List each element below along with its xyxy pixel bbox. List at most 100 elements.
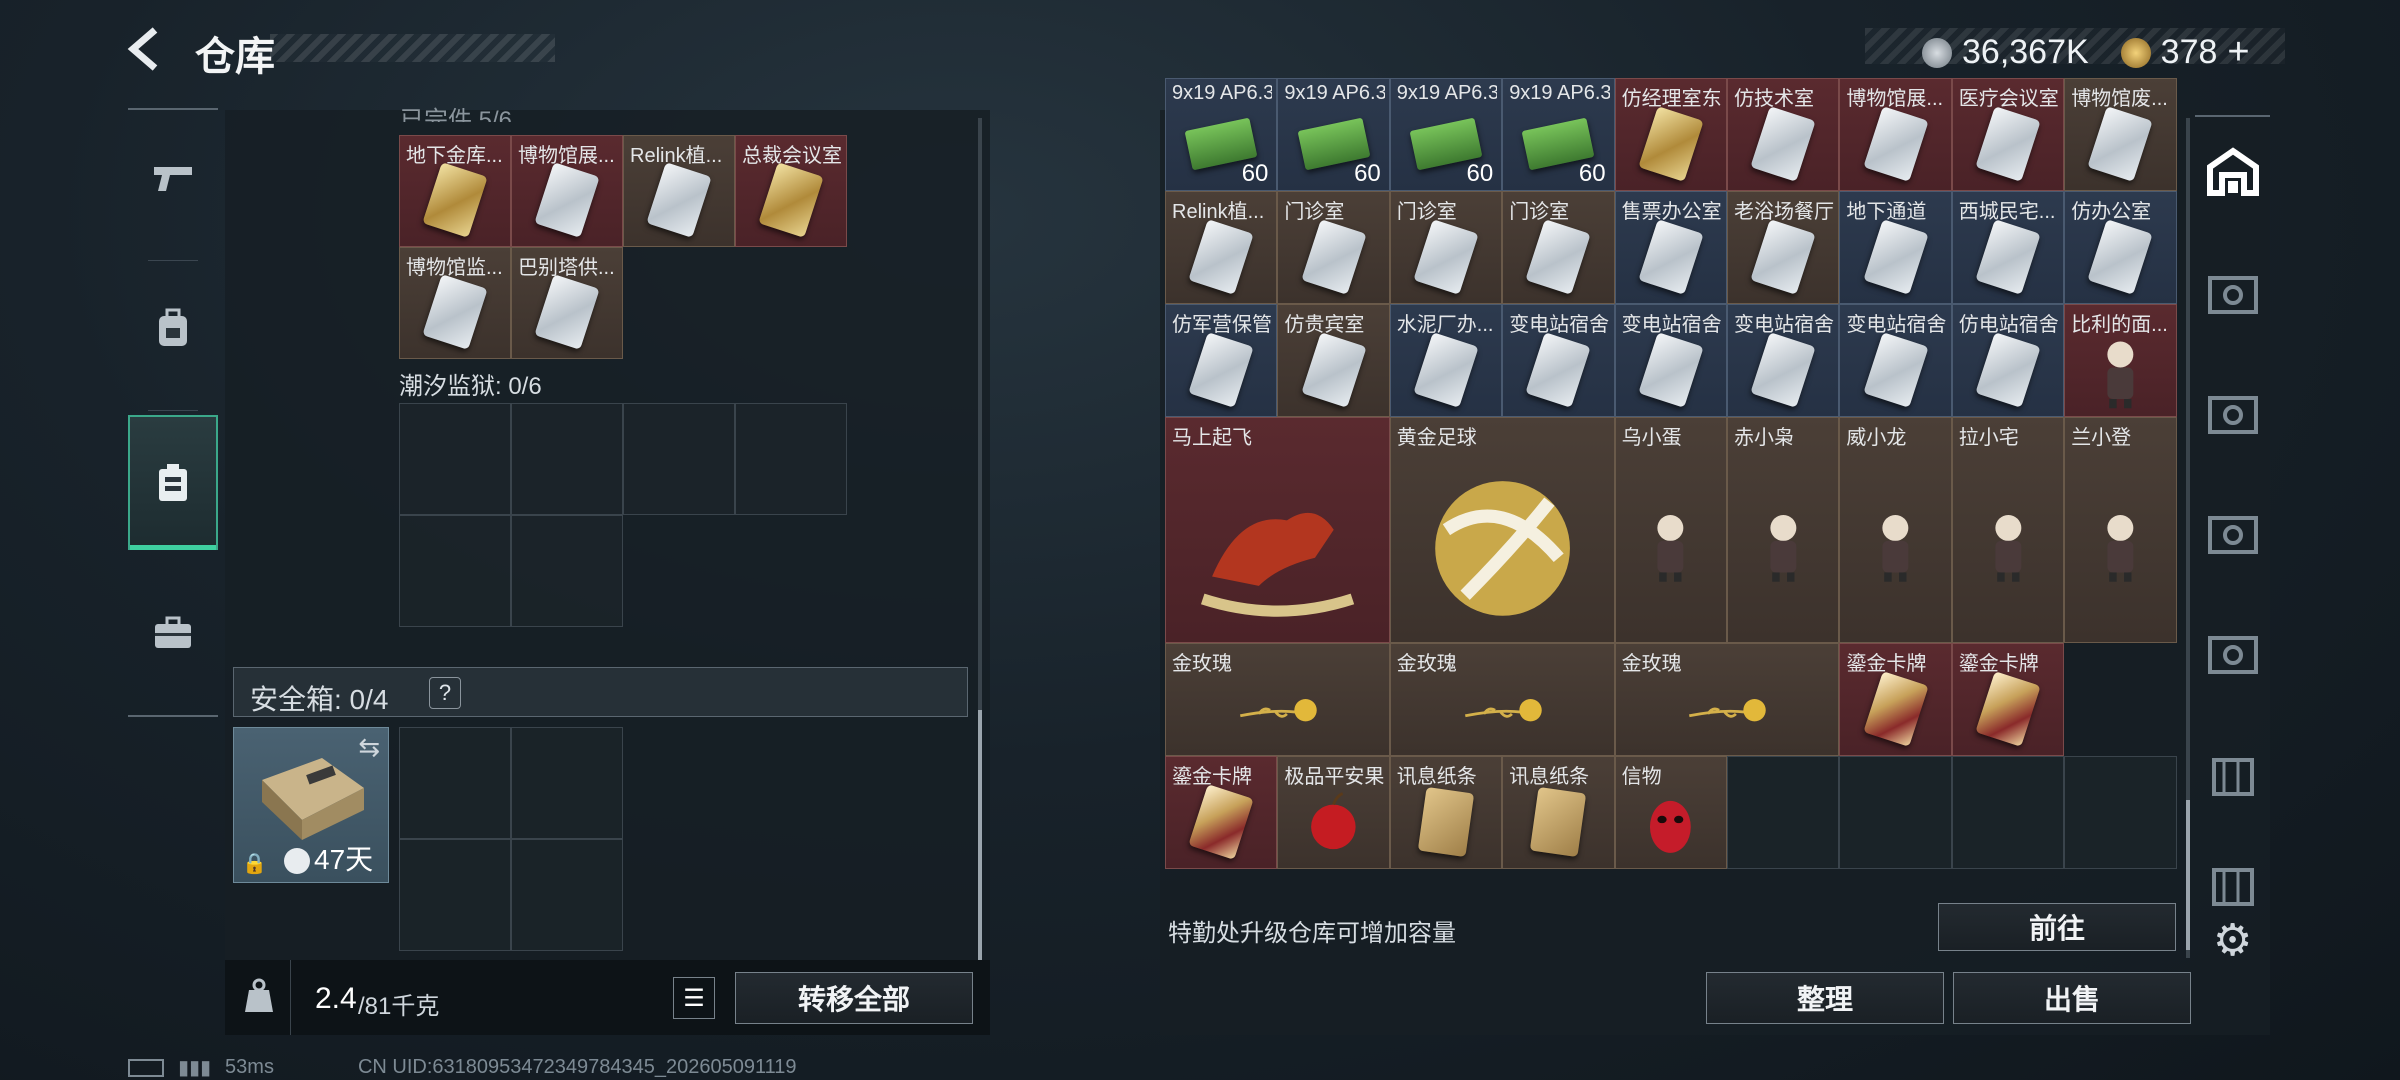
empty-slot[interactable] (399, 727, 511, 839)
warehouse-item[interactable]: 门诊室 (1502, 191, 1615, 305)
item-name: 售票办公室 (1621, 201, 1722, 224)
warehouse-item[interactable]: 比利的面... (2064, 304, 2177, 418)
list-view-button[interactable]: ☰ (673, 977, 715, 1019)
nav-case[interactable] (128, 565, 218, 700)
warehouse-tab-1[interactable] (2195, 115, 2270, 227)
empty-slot[interactable] (511, 403, 623, 515)
warehouse-item[interactable]: 金玫瑰 (1165, 643, 1390, 757)
warehouse-item[interactable]: 9x19 AP6.3 60 (1277, 78, 1390, 192)
inventory-item[interactable]: 地下金库... (399, 135, 511, 247)
warehouse-item[interactable]: 马上起飞 (1165, 417, 1390, 644)
inventory-item[interactable]: 博物馆监... (399, 247, 511, 359)
lock-icon: 🔒 (242, 853, 267, 875)
item-name: 变电站宿舍 (1734, 314, 1834, 337)
help-icon[interactable]: ? (429, 677, 461, 709)
warehouse-item[interactable]: 仿贵宾室 (1277, 304, 1390, 418)
warehouse-item[interactable]: 西城民宅... (1951, 191, 2065, 305)
item-name: 水泥厂办... (1396, 314, 1494, 337)
warehouse-item[interactable]: 门诊室 (1277, 191, 1390, 305)
empty-slot[interactable] (511, 839, 623, 951)
inventory-item[interactable]: 博物馆展... (511, 135, 623, 247)
warehouse-item[interactable]: 拉小宅 (1951, 417, 2065, 644)
warehouse-item[interactable]: 售票办公室 (1614, 191, 1727, 305)
warehouse-item[interactable]: 威小龙 (1839, 417, 1952, 644)
warehouse-item[interactable]: 仿经理室东 (1614, 78, 1727, 192)
swap-icon[interactable]: ⇆ (358, 732, 380, 763)
warehouse-item[interactable]: 地下通道 (1839, 191, 1952, 305)
empty-slot[interactable] (1951, 756, 2065, 870)
empty-slot[interactable] (735, 403, 847, 515)
warehouse-tab-6[interactable] (2195, 720, 2270, 830)
warehouse-item[interactable]: 博物馆废... (2064, 78, 2177, 192)
item-name: 地下金库... (406, 145, 503, 167)
warehouse-item[interactable]: Relink植... (1165, 191, 1278, 305)
goto-button[interactable]: 前往 (1938, 903, 2176, 951)
left-scroll-thumb[interactable] (978, 710, 982, 960)
empty-slot[interactable] (623, 403, 735, 515)
back-arrow-icon[interactable] (125, 26, 171, 72)
inventory-item[interactable]: 总裁会议室 (735, 135, 847, 247)
empty-slot[interactable] (1839, 756, 1952, 870)
warehouse-item[interactable]: 9x19 AP6.3 60 (1389, 78, 1503, 192)
upgrade-note: 特勤处升级仓库可增加容量 (1168, 920, 1456, 947)
nav-weapons[interactable] (128, 110, 218, 245)
warehouse-tab-2[interactable] (2195, 240, 2270, 350)
transfer-all-button[interactable]: 转移全部 (735, 972, 973, 1024)
warehouse-item[interactable]: 黄金足球 (1389, 417, 1615, 644)
warehouse-item[interactable]: 变电站宿舍 (1839, 304, 1952, 418)
warehouse-item[interactable]: 9x19 AP6.3 60 (1165, 78, 1278, 192)
warehouse-item[interactable]: 仿技术室 (1727, 78, 1840, 192)
inventory-item[interactable]: 巴别塔供... (511, 247, 623, 359)
arrange-button[interactable]: 整理 (1706, 972, 1944, 1024)
warehouse-item[interactable]: 博物馆展... (1839, 78, 1952, 192)
right-scroll-thumb[interactable] (2186, 800, 2190, 950)
inventory-item[interactable]: Relink植... (623, 135, 735, 247)
warehouse-item[interactable]: 变电站宿舍 (1727, 304, 1840, 418)
warehouse-item[interactable]: 讯息纸条 (1389, 756, 1503, 870)
warehouse-tab-3[interactable] (2195, 360, 2270, 470)
nav-backpack[interactable] (128, 260, 218, 395)
warehouse-item[interactable]: 仿办公室 (2064, 191, 2177, 305)
warehouse-item[interactable]: 变电站宿舍 (1614, 304, 1727, 418)
warehouse-tab-5[interactable] (2195, 600, 2270, 710)
warehouse-item[interactable]: 门诊室 (1389, 191, 1503, 305)
warehouse-item[interactable]: 鎏金卡牌 (1951, 643, 2065, 757)
warehouse-item[interactable]: 变电站宿舍 (1502, 304, 1615, 418)
empty-slot[interactable] (1727, 756, 1840, 870)
warehouse-item[interactable]: 仿电站宿舍 (1951, 304, 2065, 418)
warehouse-tab-4[interactable] (2195, 480, 2270, 590)
empty-slot[interactable] (511, 727, 623, 839)
warehouse-item[interactable]: 9x19 AP6.3 60 (1502, 78, 1615, 192)
warehouse-item[interactable]: 兰小登 (2064, 417, 2177, 644)
warehouse-item[interactable]: 乌小蛋 (1614, 417, 1727, 644)
empty-slot[interactable] (399, 515, 511, 627)
warehouse-item[interactable]: 医疗会议室 (1951, 78, 2065, 192)
warehouse-item[interactable]: 仿军营保管 (1165, 304, 1278, 418)
warehouse-item[interactable]: 鎏金卡牌 (1839, 643, 1952, 757)
warehouse-item[interactable]: 赤小枭 (1727, 417, 1840, 644)
settings-button[interactable]: ⚙ (2195, 916, 2270, 965)
warehouse-item[interactable]: 信物 (1614, 756, 1727, 870)
item-name: 鎏金卡牌 (1172, 766, 1252, 789)
warehouse-item[interactable]: 老浴场餐厅 (1727, 191, 1840, 305)
keycard-icon (1975, 105, 2041, 182)
warehouse-item[interactable]: 水泥厂办... (1389, 304, 1503, 418)
empty-slot[interactable] (2064, 756, 2177, 870)
item-name: 仿技术室 (1734, 88, 1814, 111)
keycard-icon (1975, 218, 2041, 295)
warehouse-item[interactable]: 极品平安果 (1277, 756, 1390, 870)
warehouse-item[interactable]: 金玫瑰 (1389, 643, 1615, 757)
empty-slot[interactable] (399, 403, 511, 515)
sell-button[interactable]: 出售 (1953, 972, 2191, 1024)
vest-icon (159, 463, 187, 501)
item-name: 讯息纸条 (1396, 766, 1477, 789)
safebox-item[interactable]: ⇆ 🔒 47天 (233, 727, 389, 883)
warehouse-item[interactable]: 讯息纸条 (1502, 756, 1615, 870)
add-currency-button[interactable]: + (2227, 31, 2249, 74)
warehouse-item[interactable]: 金玫瑰 (1614, 643, 1840, 757)
empty-slot[interactable] (399, 839, 511, 951)
golden-ball-icon (1409, 445, 1596, 633)
nav-rig[interactable] (128, 415, 218, 550)
warehouse-item[interactable]: 鎏金卡牌 (1165, 756, 1278, 870)
empty-slot[interactable] (511, 515, 623, 627)
